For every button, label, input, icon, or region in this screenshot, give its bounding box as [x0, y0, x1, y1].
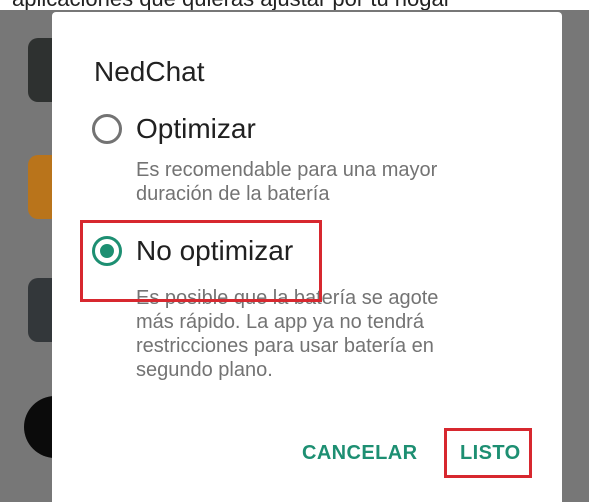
- dialog-title: NedChat: [94, 56, 205, 87]
- battery-optimization-dialog: NedChat Optimizar Es recomendable para u…: [52, 12, 562, 502]
- option-optimize-label: Optimizar: [136, 113, 256, 144]
- background-top-text: aplicaciones que quieras ajustar por tu …: [12, 0, 451, 10]
- option-optimize-description: Es recomendable para una mayor duración …: [136, 159, 438, 205]
- radio-selected-dot: [100, 244, 114, 258]
- background-top-strip: aplicaciones que quieras ajustar por tu …: [0, 0, 589, 10]
- option-do-not-optimize-label: No optimizar: [136, 235, 294, 266]
- radio-button-unchecked[interactable]: [92, 114, 122, 144]
- option-do-not-optimize[interactable]: No optimizar: [92, 232, 522, 274]
- cancel-button[interactable]: CANCELAR: [302, 442, 417, 465]
- screen: aplicaciones que quieras ajustar por tu …: [0, 0, 589, 502]
- option-do-not-optimize-description: Es posible que la batería se agote más r…: [136, 287, 439, 381]
- option-optimize[interactable]: Optimizar: [92, 110, 522, 152]
- radio-button-checked[interactable]: [92, 236, 122, 266]
- done-button[interactable]: LISTO: [460, 442, 521, 465]
